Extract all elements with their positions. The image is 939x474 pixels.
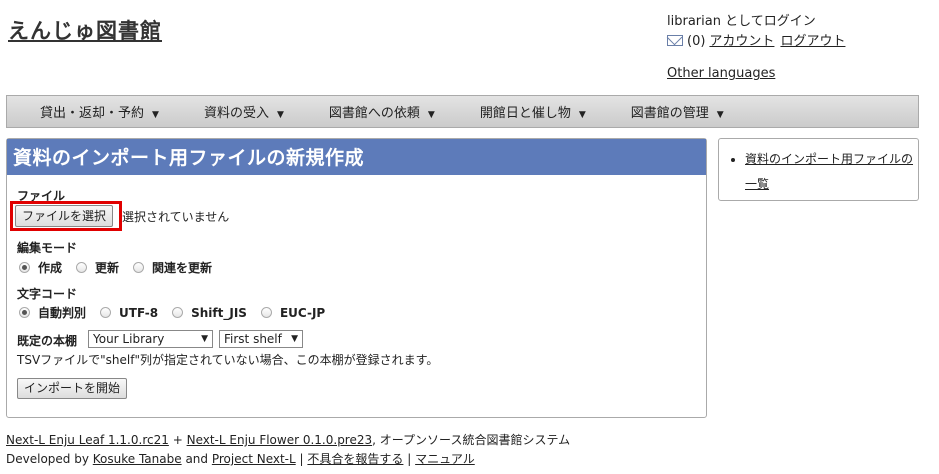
report-bug-link[interactable]: 不具合を報告する: [307, 452, 403, 466]
edit-mode-update-radio[interactable]: [76, 262, 88, 273]
chevron-down-icon: ▼: [201, 334, 208, 344]
chevron-down-icon: ▼: [716, 110, 724, 120]
edit-mode-create-radio[interactable]: [19, 262, 30, 273]
chevron-down-icon: ▼: [276, 110, 284, 120]
main-navbar: 貸出・返却・予約 ▼ 資料の受入 ▼ 図書館への依頼 ▼ 開館日と催し物 ▼ 図書館の管…: [6, 95, 919, 128]
sidebar: 資料のインポート用ファイルの一覧: [718, 138, 919, 201]
highlight-box: [10, 201, 122, 231]
sidebar-item-import-list: 資料のインポート用ファイルの一覧: [745, 147, 918, 197]
edit-mode-group: 作成 更新 関連を更新: [19, 259, 226, 276]
nav-circulation[interactable]: 貸出・返却・予約 ▼: [28, 102, 171, 121]
enju-flower-link[interactable]: Next-L Enju Flower 0.1.0.pre23: [187, 433, 373, 447]
library-select[interactable]: Your Library ▼: [88, 330, 213, 348]
chevron-down-icon: ▼: [152, 110, 159, 120]
nav-events[interactable]: 開館日と催し物 ▼: [468, 102, 598, 121]
start-import-button[interactable]: インポートを開始: [17, 378, 128, 399]
encoding-utf8-radio[interactable]: [100, 307, 112, 318]
import-form-panel: 資料のインポート用ファイルの新規作成 ファイル ファイルを選択 選択されていませ…: [6, 138, 707, 418]
chevron-down-icon: ▼: [427, 110, 435, 120]
edit-mode-label: 編集モード: [17, 241, 78, 255]
encoding-eucjp-radio[interactable]: [260, 307, 272, 318]
nav-admin[interactable]: 図書館の管理 ▼: [619, 102, 736, 121]
author-link[interactable]: Kosuke Tanabe: [93, 452, 182, 466]
nav-requests[interactable]: 図書館への依頼 ▼: [317, 102, 447, 121]
logout-link[interactable]: ログアウト: [780, 32, 845, 52]
encoding-sjis-radio[interactable]: [172, 307, 184, 318]
nav-acquisition[interactable]: 資料の受入 ▼: [192, 102, 296, 121]
file-status: 選択されていません: [122, 210, 230, 224]
mail-count: (0): [687, 34, 706, 49]
encoding-auto-radio[interactable]: [19, 307, 30, 318]
shelf-label: 既定の本棚: [17, 334, 78, 348]
manual-link[interactable]: マニュアル: [415, 452, 475, 466]
user-box: librarian としてログイン (0) アカウント ログアウト: [667, 12, 847, 52]
other-languages-link[interactable]: Other languages: [667, 66, 775, 81]
encoding-group: 自動判別 UTF-8 Shift_JIS EUC-JP: [19, 304, 339, 321]
chevron-down-icon: ▼: [578, 110, 586, 120]
login-status: librarian としてログイン: [667, 14, 816, 29]
project-link[interactable]: Project Next-L: [212, 452, 296, 466]
account-link[interactable]: アカウント: [709, 32, 774, 52]
page-title: 資料のインポート用ファイルの新規作成: [7, 139, 706, 175]
footer: Next-L Enju Leaf 1.1.0.rc21 + Next-L Enj…: [6, 433, 571, 466]
shelf-select[interactable]: First shelf ▼: [219, 330, 303, 348]
edit-mode-relationship-radio[interactable]: [133, 262, 145, 273]
import-list-link[interactable]: 資料のインポート用ファイルの一覧: [745, 152, 913, 191]
site-title-link[interactable]: えんじゅ図書館: [8, 15, 162, 45]
shelf-note: TSVファイルで"shelf"列が指定されていない場合、この本棚が登録されます。: [17, 353, 439, 367]
encoding-label: 文字コード: [17, 287, 78, 301]
chevron-down-icon: ▼: [291, 334, 298, 344]
mail-icon[interactable]: [667, 35, 683, 46]
enju-leaf-link[interactable]: Next-L Enju Leaf 1.1.0.rc21: [6, 433, 169, 447]
